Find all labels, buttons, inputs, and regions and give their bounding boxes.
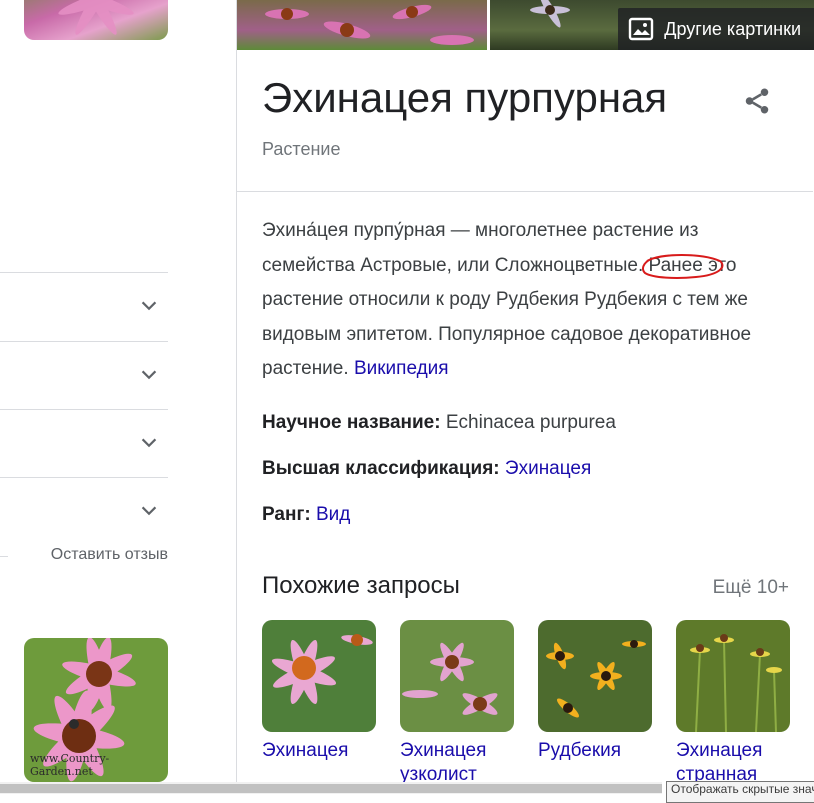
fact-value: Echinacea purpurea [445,412,616,433]
flower-thumbnail-top[interactable] [24,0,168,40]
related-label[interactable]: Эхинацея узколист [400,739,514,787]
more-images-button[interactable]: Другие картинки [618,8,814,50]
related-label[interactable]: Эхинацея [262,739,376,763]
hero-image-1[interactable] [237,0,487,50]
chevron-down-icon[interactable] [138,364,160,386]
related-item[interactable]: Эхинацея странная [676,620,790,787]
fact-link-echinacea[interactable]: Эхинацея [505,458,591,479]
related-label[interactable]: Рудбекия [538,739,652,763]
tooltip: Отображать скрытые значки [666,781,814,803]
feedback-divider [0,556,8,557]
chevron-down-icon[interactable] [138,432,160,454]
fact-label: Ранг: [262,504,311,525]
flower-thumbnail-bottom[interactable]: www.Country-Garden.net [24,638,168,782]
related-image[interactable] [538,620,652,732]
knowledge-panel: Другие картинки Эхинацея пурпурная Расте… [236,0,814,794]
image-icon [629,17,654,41]
fact-label: Научное название: [262,412,441,433]
accordion-row-2[interactable] [0,342,168,408]
related-image[interactable] [400,620,514,732]
panel-divider [237,191,813,192]
panel-subtitle: Растение [262,139,341,159]
related-searches-title: Похожие запросы [262,572,460,599]
related-item[interactable]: Рудбекия [538,620,652,763]
fact-link-species[interactable]: Вид [316,504,350,525]
red-annotation-circle [641,253,723,279]
horizontal-scrollbar-thumb[interactable] [0,784,662,793]
left-column: Оставить отзыв www.Country-Garden.net [0,0,236,794]
hero-images: Другие картинки [237,0,814,50]
accordion-row-4[interactable] [0,478,168,544]
more-related-link[interactable]: Ещё 10+ [713,577,789,599]
chevron-down-icon[interactable] [138,500,160,522]
related-item[interactable]: Эхинацея [262,620,376,763]
image-watermark: www.Country-Garden.net [30,752,110,778]
related-image[interactable] [262,620,376,732]
accordion-row-1[interactable] [0,273,168,339]
fact-label: Высшая классификация: [262,458,500,479]
fact-rank: Ранг: Вид [262,504,350,526]
chevron-down-icon[interactable] [138,295,160,317]
share-icon[interactable] [742,86,772,116]
annotated-word: Ранее [641,253,723,279]
wikipedia-link[interactable]: Википедия [354,358,449,379]
more-images-label: Другие картинки [664,18,801,39]
related-image[interactable] [676,620,790,732]
panel-title: Эхинацея пурпурная [262,74,668,121]
description: Эхина́цея пурпу́рная — многолетнее расте… [262,214,792,387]
related-item[interactable]: Эхинацея узколист [400,620,514,787]
fact-higher-classification: Высшая классификация: Эхинацея [262,458,591,480]
feedback-link[interactable]: Оставить отзыв [51,546,168,564]
related-label[interactable]: Эхинацея странная [676,739,790,787]
description-text: Эхина́цея пурпу́рная — многолетнее расте… [262,220,699,276]
accordion-row-3[interactable] [0,410,168,476]
fact-scientific-name: Научное название: Echinacea purpurea [262,412,616,434]
